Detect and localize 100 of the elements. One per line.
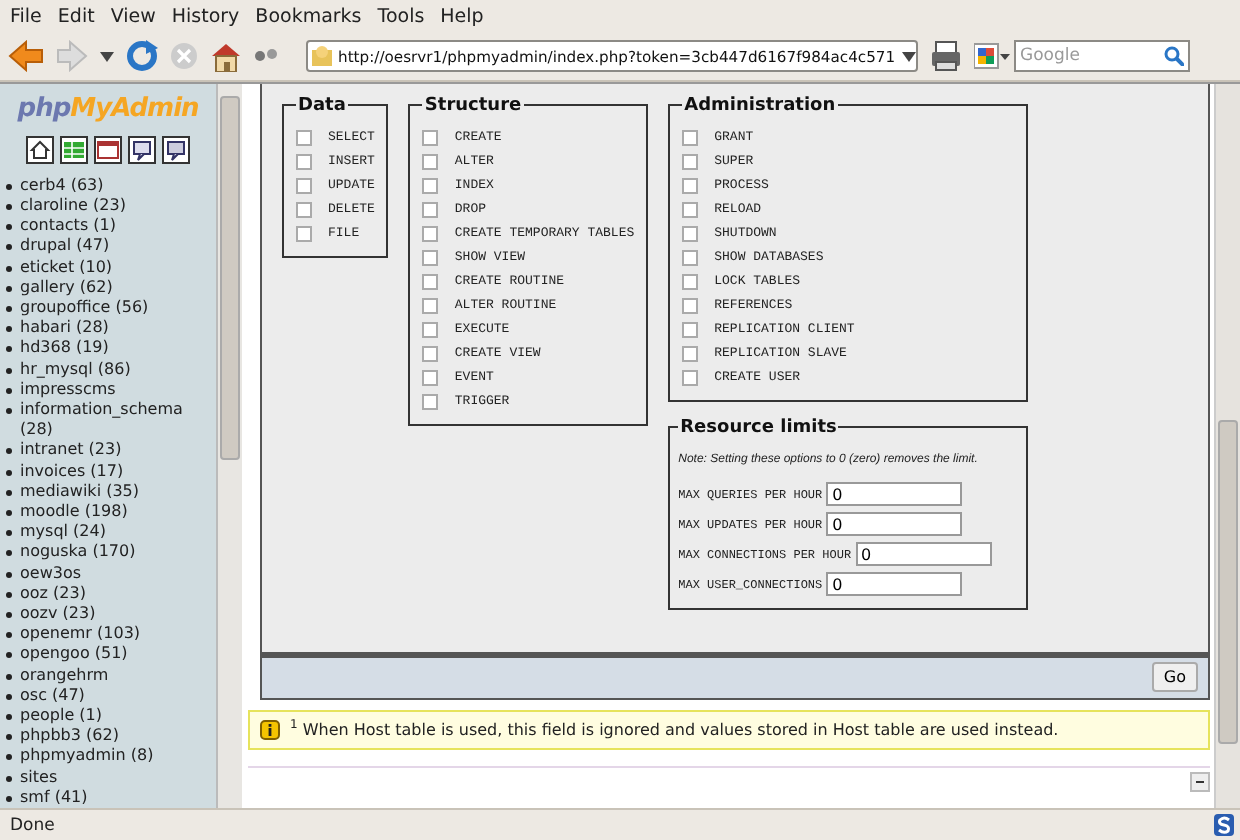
bullet-icon [6, 346, 12, 353]
menu-item[interactable]: View [104, 5, 166, 28]
database-link[interactable]: impresscms [20, 379, 116, 401]
checkbox[interactable] [422, 393, 439, 410]
database-link[interactable]: phpbb3 (62) [20, 726, 119, 747]
database-link[interactable]: habari (28) [20, 318, 109, 339]
forward-arrow-icon[interactable] [56, 40, 88, 73]
bullet-icon [6, 530, 12, 537]
checkbox[interactable] [682, 201, 699, 218]
checkbox[interactable] [422, 369, 439, 386]
checkbox[interactable] [682, 369, 699, 386]
input-field[interactable]: 0 [826, 482, 963, 507]
database-link[interactable]: cerb4 (63) [20, 175, 104, 196]
database-link[interactable]: intranet (23) [20, 440, 122, 462]
caret-icon[interactable] [901, 51, 916, 62]
checkbox[interactable] [422, 321, 439, 338]
grid-icon[interactable] [60, 135, 89, 164]
menu-item[interactable]: Help [434, 5, 494, 28]
back-arrow-icon[interactable] [8, 40, 44, 73]
bullet-icon [6, 387, 12, 394]
menu-item[interactable]: File [4, 5, 52, 28]
database-link[interactable]: hr_mysql (86) [20, 359, 131, 380]
group-title: Administration [682, 95, 838, 116]
database-link[interactable]: noguska (170) [20, 542, 136, 564]
checkbox[interactable] [422, 201, 439, 218]
input-field[interactable]: 0 [826, 572, 963, 597]
database-link[interactable]: mysql (24) [20, 522, 106, 543]
checkbox[interactable] [422, 273, 439, 290]
group-title: Data [296, 95, 348, 116]
checkbox[interactable] [682, 153, 699, 170]
database-link[interactable]: groupoffice (56) [20, 298, 149, 319]
bullet-icon [6, 265, 12, 272]
checkbox[interactable] [682, 297, 699, 314]
bullet-icon [6, 367, 12, 374]
checkbox[interactable] [422, 225, 439, 242]
checkbox[interactable] [682, 345, 699, 362]
checkbox[interactable] [682, 129, 699, 146]
database-link[interactable]: drupal (47) [20, 236, 110, 258]
search-icon[interactable] [1164, 46, 1184, 67]
checkbox[interactable] [682, 273, 699, 290]
scrollbar[interactable] [216, 83, 242, 809]
reload-icon[interactable] [126, 40, 158, 73]
scrollbar[interactable] [1214, 83, 1240, 809]
checkbox[interactable] [422, 153, 439, 170]
database-link[interactable]: mediawiki (35) [20, 481, 140, 503]
database-link[interactable]: oew3os [20, 563, 82, 584]
database-link[interactable]: eticket (10) [20, 257, 113, 278]
database-link[interactable]: smf (41) [20, 787, 88, 809]
checkbox[interactable] [422, 129, 439, 146]
checkbox[interactable] [422, 345, 439, 362]
database-link[interactable]: openemr (103) [20, 624, 141, 645]
bullet-icon [6, 571, 12, 578]
checkbox[interactable] [296, 129, 312, 146]
database-link[interactable]: contacts (1) [20, 216, 116, 237]
checkbox[interactable] [296, 177, 312, 194]
collapse-icon[interactable] [1190, 771, 1210, 792]
database-link[interactable]: people (1) [20, 706, 102, 727]
printer-icon[interactable] [930, 40, 962, 73]
checkbox[interactable] [422, 177, 439, 194]
input-field[interactable]: 0 [855, 542, 992, 567]
menu-item[interactable]: Tools [371, 5, 435, 28]
database-link[interactable]: osc (47) [20, 685, 85, 707]
database-link[interactable]: oozv (23) [20, 604, 96, 625]
checkbox[interactable] [682, 225, 699, 242]
checkbox[interactable] [682, 249, 699, 266]
bullet-icon [6, 612, 12, 619]
document-icon[interactable] [94, 135, 123, 164]
input-field[interactable]: 0 [826, 512, 963, 537]
search-field[interactable]: Google [1014, 40, 1190, 73]
checkbox[interactable] [296, 225, 312, 242]
checkbox[interactable] [682, 177, 699, 194]
menu-item[interactable]: Bookmarks [249, 5, 372, 28]
menu-item[interactable]: History [165, 5, 250, 28]
database-link[interactable]: orangehrm [20, 665, 109, 686]
checkbox[interactable] [422, 249, 439, 266]
database-link[interactable]: moodle (198) [20, 502, 128, 523]
bullet-icon [6, 183, 12, 190]
database-link[interactable]: gallery (62) [20, 277, 113, 298]
menu-item[interactable]: Edit [51, 5, 105, 28]
go-button[interactable]: Go [1151, 662, 1198, 693]
home-icon[interactable] [26, 135, 55, 164]
database-link[interactable]: phpmyadmin (8) [20, 746, 154, 768]
database-link[interactable]: hd368 (19) [20, 338, 109, 360]
database-link[interactable]: invoices (17) [20, 461, 124, 482]
bullet-icon [6, 632, 12, 639]
database-link[interactable]: ooz (23) [20, 583, 86, 605]
database-link[interactable]: sites [20, 767, 58, 788]
speech-bubble-icon[interactable] [128, 135, 157, 164]
bullet-icon [6, 203, 12, 210]
database-link[interactable]: opengoo (51) [20, 644, 128, 666]
checkbox[interactable] [296, 201, 312, 218]
checkbox[interactable] [682, 321, 699, 338]
caret-icon[interactable] [100, 51, 114, 62]
checkbox[interactable] [422, 297, 439, 314]
checkbox[interactable] [296, 153, 312, 170]
stop-icon[interactable] [170, 42, 198, 71]
search-engine-icon[interactable] [974, 42, 1010, 71]
speech-bubble-icon[interactable] [162, 135, 191, 164]
database-link[interactable]: information_schema (28) [20, 400, 217, 441]
database-link[interactable]: claroline (23) [20, 195, 126, 217]
